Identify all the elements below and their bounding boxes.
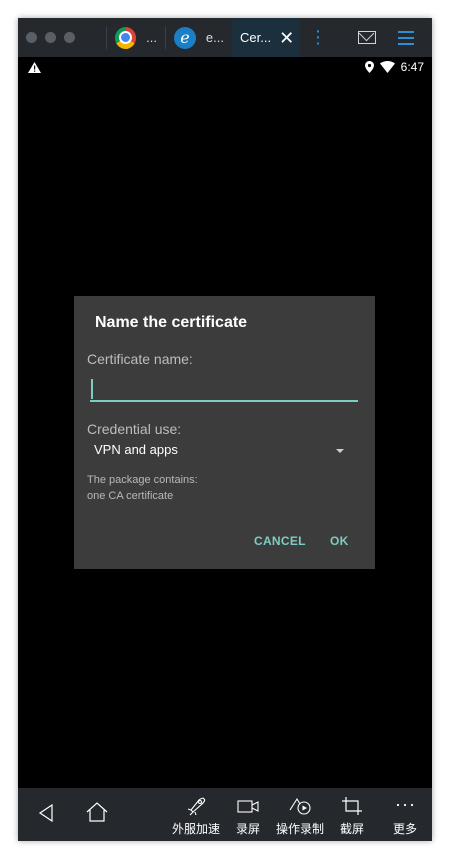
home-icon[interactable] bbox=[86, 802, 108, 822]
credential-use-dropdown[interactable]: VPN and apps bbox=[87, 440, 360, 462]
chrome-icon bbox=[115, 26, 137, 49]
package-info-line: one CA certificate bbox=[87, 490, 174, 502]
tab-certificate[interactable]: Cer... ✕ bbox=[232, 18, 300, 57]
close-tab-icon[interactable]: ✕ bbox=[279, 29, 294, 47]
tab-label: e... bbox=[205, 30, 224, 45]
tab-browser[interactable]: e e... bbox=[166, 18, 232, 57]
minimize-window-dot[interactable] bbox=[45, 32, 56, 43]
rocket-icon bbox=[187, 797, 206, 816]
emulator-window: ... e e... Cer... ✕ ⋮ 6:47 Name the cert… bbox=[18, 18, 432, 841]
credential-use-value: VPN and apps bbox=[94, 442, 178, 457]
android-status-bar: 6:47 bbox=[18, 57, 432, 79]
credential-use-label: Credential use: bbox=[87, 421, 182, 437]
text-cursor bbox=[91, 379, 93, 399]
ie-icon: e bbox=[174, 26, 196, 49]
location-icon bbox=[364, 61, 374, 73]
more-button[interactable]: 更多 bbox=[393, 796, 417, 837]
accelerate-button[interactable]: 外服加速 bbox=[172, 796, 220, 837]
emulator-toolbar: 外服加速 录屏 操作录制 截屏 更多 bbox=[18, 788, 432, 841]
tab-label: Cer... bbox=[240, 30, 272, 45]
toolbar-label: 操作录制 bbox=[276, 822, 325, 836]
record-icon bbox=[289, 797, 311, 815]
toolbar-label: 更多 bbox=[393, 822, 418, 836]
dropdown-arrow-icon bbox=[336, 449, 344, 453]
certificate-name-input[interactable] bbox=[90, 376, 358, 402]
maximize-window-dot[interactable] bbox=[64, 32, 75, 43]
mail-icon[interactable] bbox=[358, 31, 376, 44]
name-certificate-dialog: Name the certificate Certificate name: C… bbox=[74, 296, 375, 569]
screenshot-button[interactable]: 截屏 bbox=[340, 796, 364, 837]
warning-icon bbox=[28, 62, 41, 73]
close-window-dot[interactable] bbox=[26, 32, 37, 43]
clock: 6:47 bbox=[400, 60, 424, 74]
wifi-icon bbox=[379, 61, 395, 73]
macro-record-button[interactable]: 操作录制 bbox=[276, 796, 324, 837]
window-controls bbox=[26, 32, 106, 43]
tab-label: ... bbox=[146, 30, 157, 45]
ok-button[interactable]: OK bbox=[330, 534, 349, 548]
back-icon[interactable] bbox=[38, 804, 54, 822]
more-icon bbox=[396, 803, 414, 807]
toolbar-label: 录屏 bbox=[236, 822, 261, 836]
video-icon bbox=[237, 800, 259, 813]
menu-icon[interactable] bbox=[398, 30, 414, 45]
tab-chrome[interactable]: ... bbox=[107, 18, 165, 57]
toolbar-label: 外服加速 bbox=[172, 822, 221, 836]
toolbar-label: 截屏 bbox=[340, 822, 365, 836]
certificate-name-label: Certificate name: bbox=[87, 351, 193, 367]
crop-icon bbox=[342, 797, 362, 815]
title-bar: ... e e... Cer... ✕ ⋮ bbox=[18, 18, 432, 57]
dialog-title: Name the certificate bbox=[95, 314, 248, 331]
screen-record-button[interactable]: 录屏 bbox=[236, 796, 260, 837]
cancel-button[interactable]: CANCEL bbox=[254, 534, 306, 548]
package-info: The package contains: one CA certificate bbox=[87, 472, 198, 504]
tab-overflow-icon[interactable]: ⋮ bbox=[306, 27, 330, 48]
package-info-line: The package contains: bbox=[87, 474, 198, 486]
